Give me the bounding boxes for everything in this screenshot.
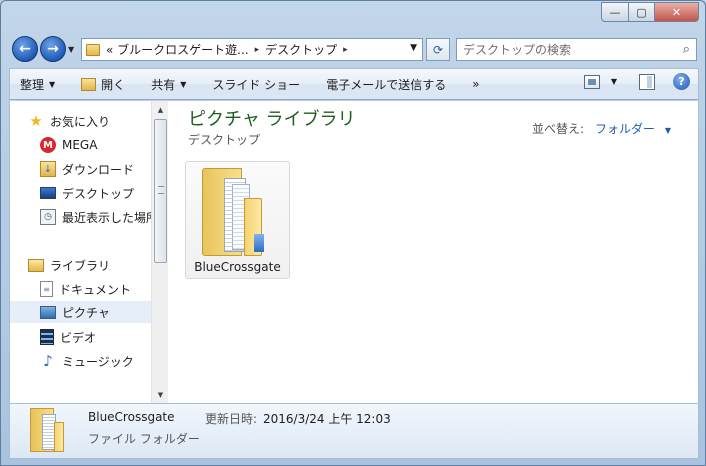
organize-label: 整理 xyxy=(20,77,45,92)
chevron-right-icon[interactable]: ▸ xyxy=(343,45,348,55)
details-item-name: BlueCrossgate xyxy=(88,410,175,424)
star-icon: ★ xyxy=(29,112,43,130)
download-folder-icon: ↓ xyxy=(40,161,56,177)
sidebar-item-label: お気に入り xyxy=(50,114,111,129)
folder-icon xyxy=(86,43,100,56)
search-input[interactable]: デスクトップの検索 ⌕ xyxy=(456,38,697,61)
picture-icon xyxy=(40,306,56,319)
open-folder-icon xyxy=(81,77,97,91)
minimize-button[interactable]: — xyxy=(601,2,629,22)
share-button[interactable]: 共有 ▼ xyxy=(151,76,186,93)
sidebar-item-label: ミュージック xyxy=(62,354,134,369)
navigation-pane: ★ お気に入り M MEGA ↓ ダウンロード デスクトップ ◷ 最近表示した場… xyxy=(10,101,168,403)
recent-pages-dropdown-icon[interactable]: ▼ xyxy=(68,45,74,54)
details-modified-value: 2016/3/24 上午 12:03 xyxy=(263,412,391,426)
more-label: » xyxy=(472,77,480,91)
open-label: 開く xyxy=(101,77,126,92)
address-segment[interactable]: デスクトップ xyxy=(265,41,337,58)
sidebar-item-favorites[interactable]: ★ お気に入り xyxy=(28,110,168,132)
chevron-down-icon[interactable]: ▼ xyxy=(410,43,417,53)
page-title: ピクチャ ライブラリ xyxy=(188,109,356,130)
explorer-window: — ▢ ✕ ← → ▼ « ブルークロスゲート遊... ▸ デスクトップ ▸ ▼… xyxy=(0,0,706,466)
file-list-pane: ピクチャ ライブラリ デスクトップ 並べ替え: フォルダー ▼ BlueCros… xyxy=(169,101,699,403)
sidebar-item-label: ビデオ xyxy=(60,330,97,345)
scrollbar-thumb[interactable] xyxy=(154,119,167,263)
refresh-button[interactable]: ⟳ xyxy=(426,38,450,61)
grip-icon xyxy=(158,186,164,194)
nav-scrollbar[interactable]: ▲ ▼ xyxy=(151,101,168,403)
arrange-by-value: フォルダー xyxy=(595,122,656,136)
sidebar-item-label: デスクトップ xyxy=(62,186,135,201)
sidebar-item-label: ピクチャ xyxy=(62,306,110,320)
close-button[interactable]: ✕ xyxy=(655,2,699,22)
search-placeholder: デスクトップの検索 xyxy=(463,43,572,57)
share-label: 共有 xyxy=(151,77,176,92)
details-pane: BlueCrossgate ファイル フォルダー 更新日時: 2016/3/24… xyxy=(9,403,699,459)
sidebar-item-pictures[interactable]: ピクチャ xyxy=(10,301,151,323)
scroll-up-icon[interactable]: ▲ xyxy=(152,101,169,118)
address-bar[interactable]: « ブルークロスゲート遊... ▸ デスクトップ ▸ ▼ xyxy=(81,38,423,61)
maximize-button[interactable]: ▢ xyxy=(629,2,655,22)
address-segment[interactable]: ブルークロスゲート遊... xyxy=(117,41,248,58)
video-icon xyxy=(40,329,54,345)
mega-icon: M xyxy=(40,137,56,153)
refresh-icon: ⟳ xyxy=(432,42,444,57)
desktop-icon xyxy=(40,187,56,199)
slideshow-button[interactable]: スライド ショー xyxy=(212,76,300,93)
open-button[interactable]: 開く xyxy=(81,76,125,93)
preview-pane-icon[interactable] xyxy=(639,73,655,90)
search-icon[interactable]: ⌕ xyxy=(683,42,690,57)
folder-icon xyxy=(30,408,66,454)
chevron-down-icon: ▼ xyxy=(180,79,187,89)
back-button[interactable]: ← xyxy=(12,36,38,62)
address-overflow[interactable]: « xyxy=(106,43,113,57)
folder-name: BlueCrossgate xyxy=(194,260,281,274)
chevron-down-icon: ▼ xyxy=(664,126,671,135)
chevron-down-icon[interactable]: ▼ xyxy=(611,77,617,86)
caption-buttons: — ▢ ✕ xyxy=(601,2,699,22)
sidebar-item-recent-places[interactable]: ◷ 最近表示した場所 xyxy=(40,206,152,228)
arrange-by-label: 並べ替え: xyxy=(531,122,584,136)
library-icon xyxy=(28,258,44,272)
details-modified-label: 更新日時: xyxy=(205,412,258,426)
folder-item[interactable]: BlueCrossgate xyxy=(185,161,290,279)
sidebar-item-label: 最近表示した場所 xyxy=(62,210,152,225)
arrange-by-dropdown[interactable]: フォルダー ▼ xyxy=(595,120,671,137)
email-button[interactable]: 電子メールで送信する xyxy=(326,76,446,93)
sidebar-item-label: ドキュメント xyxy=(59,282,132,297)
chevron-right-icon[interactable]: ▸ xyxy=(255,45,260,55)
help-icon[interactable]: ? xyxy=(673,73,690,90)
organize-button[interactable]: 整理 ▼ xyxy=(20,76,55,93)
music-icon: ♪ xyxy=(43,352,53,370)
more-commands-button[interactable]: » xyxy=(472,77,479,91)
folder-icon xyxy=(202,168,266,256)
details-item-type: ファイル フォルダー xyxy=(88,432,200,446)
page-subtitle: デスクトップ xyxy=(188,133,261,147)
slideshow-label: スライド ショー xyxy=(212,77,301,92)
chevron-down-icon: ▼ xyxy=(49,79,56,89)
document-icon: ≡ xyxy=(40,281,53,297)
toolbar-right: ▼ ? xyxy=(583,73,690,90)
forward-button[interactable]: → xyxy=(40,36,66,62)
recent-places-icon: ◷ xyxy=(40,209,56,225)
address-row: ← → ▼ « ブルークロスゲート遊... ▸ デスクトップ ▸ ▼ ⟳ デスク… xyxy=(1,31,705,67)
command-bar: 整理 ▼ 開く 共有 ▼ スライド ショー 電子メールで送信する » ▼ ? xyxy=(9,68,699,100)
email-label: 電子メールで送信する xyxy=(326,77,447,92)
scroll-down-icon[interactable]: ▼ xyxy=(152,386,169,403)
content-area: ★ お気に入り M MEGA ↓ ダウンロード デスクトップ ◷ 最近表示した場… xyxy=(9,101,699,403)
sidebar-item-libraries[interactable]: ライブラリ xyxy=(28,254,168,276)
sidebar-item-label: ダウンロード xyxy=(62,162,135,177)
change-view-icon[interactable] xyxy=(583,74,600,89)
sidebar-item-label: ライブラリ xyxy=(50,258,111,273)
sidebar-item-label: MEGA xyxy=(62,138,98,152)
